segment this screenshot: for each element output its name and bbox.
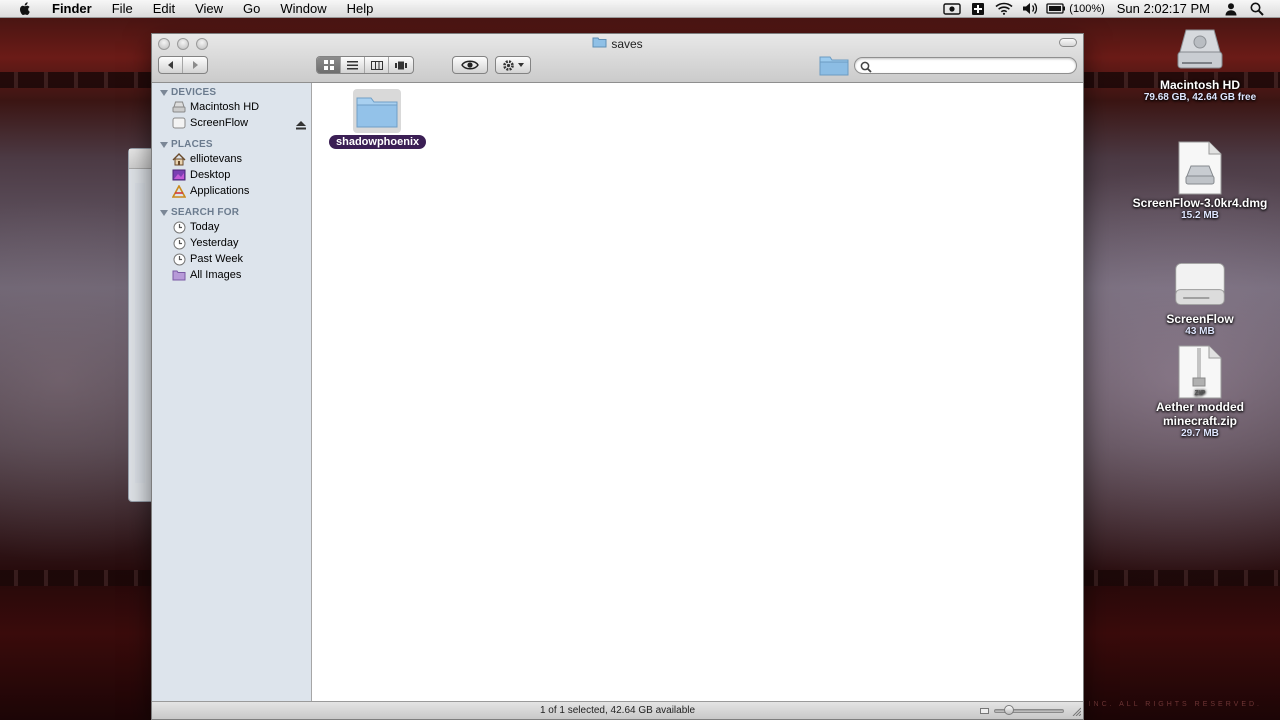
menu-bar: Finder File Edit View Go Window Help (10… xyxy=(0,0,1280,18)
wallpaper-copyright: INC. ALL RIGHTS RESERVED. xyxy=(1088,701,1262,708)
folder-item-label: shadowphoenix xyxy=(329,135,427,149)
clock-icon xyxy=(172,220,186,234)
menu-go[interactable]: Go xyxy=(233,0,270,18)
volume-disk-icon xyxy=(172,116,186,130)
menu-extras: (100%) Sun 2:02:17 PM xyxy=(939,0,1280,18)
menu-clock[interactable]: Sun 2:02:17 PM xyxy=(1117,1,1210,16)
spaces-icon[interactable] xyxy=(967,1,989,17)
smart-folder-icon xyxy=(172,268,186,282)
chevron-down-icon xyxy=(518,63,524,67)
eye-icon xyxy=(461,60,479,70)
desktop-icon-info: 29.7 MB xyxy=(1181,428,1219,439)
sidebar-item-macintosh-hd[interactable]: Macintosh HD xyxy=(172,99,307,115)
clock-icon xyxy=(172,252,186,266)
icon-size-slider-knob[interactable] xyxy=(1004,705,1014,715)
sidebar-item-yesterday[interactable]: Yesterday xyxy=(172,235,307,251)
folder-item[interactable]: shadowphoenix xyxy=(329,87,427,149)
action-menu-button[interactable] xyxy=(495,56,531,74)
small-icon-size-icon xyxy=(980,708,989,714)
disclosure-triangle-icon xyxy=(160,209,168,216)
window-title: saves xyxy=(152,36,1083,51)
hard-drive-icon xyxy=(172,100,186,114)
resize-grip-icon[interactable] xyxy=(1071,706,1082,717)
screen-recorder-icon[interactable] xyxy=(941,1,963,17)
sidebar-item-applications[interactable]: Applications xyxy=(172,183,307,199)
spotlight-icon[interactable] xyxy=(1246,1,1268,17)
sidebar-item-screenflow[interactable]: ScreenFlow xyxy=(172,115,307,131)
desktop-icon-info: 79.68 GB, 42.64 GB free xyxy=(1143,92,1257,103)
toolbar-toggle-button[interactable] xyxy=(1059,38,1077,47)
hard-drive-icon xyxy=(1172,22,1228,78)
menu-file[interactable]: File xyxy=(102,0,143,18)
back-forward-control xyxy=(158,56,208,74)
volume-icon[interactable] xyxy=(1019,1,1041,17)
view-mode-control xyxy=(316,56,414,74)
finder-toolbar: saves xyxy=(152,34,1083,83)
disclosure-triangle-icon xyxy=(160,89,168,96)
sidebar-item-desktop[interactable]: Desktop xyxy=(172,167,307,183)
finder-sidebar: DEVICES Macintosh HD ScreenFlow PLACES e… xyxy=(152,83,312,701)
battery-icon[interactable] xyxy=(1045,1,1067,17)
quick-look-button[interactable] xyxy=(452,56,488,74)
folder-icon xyxy=(353,89,401,133)
sidebar-item-home[interactable]: elliotevans xyxy=(172,151,307,167)
applications-icon xyxy=(172,184,186,198)
desktop-icon-screenflow-dmg[interactable]: ScreenFlow-3.0kr4.dmg 15.2 MB xyxy=(1130,140,1270,222)
finder-content-area[interactable]: shadowphoenix xyxy=(313,83,1083,701)
desktop-icon-screenflow-volume[interactable]: ScreenFlow 43 MB xyxy=(1130,256,1270,338)
menu-app-finder[interactable]: Finder xyxy=(42,0,102,18)
desktop-icon-macintosh-hd[interactable]: Macintosh HD 79.68 GB, 42.64 GB free xyxy=(1130,22,1270,104)
desktop-icon-label: Aether modded minecraft.zip xyxy=(1155,400,1244,428)
forward-button[interactable] xyxy=(183,57,207,73)
finder-status-bar: 1 of 1 selected, 42.64 GB available xyxy=(152,701,1083,719)
background-window-sidebar xyxy=(135,183,145,483)
menu-help[interactable]: Help xyxy=(337,0,384,18)
zip-file-icon: ZIP xyxy=(1172,344,1228,400)
menu-view[interactable]: View xyxy=(185,0,233,18)
search-icon xyxy=(860,60,872,73)
desktop-icon-label: Macintosh HD xyxy=(1159,78,1240,92)
back-button[interactable] xyxy=(159,57,183,73)
wifi-icon[interactable] xyxy=(993,1,1015,17)
eject-icon[interactable] xyxy=(296,117,306,130)
sidebar-header-places[interactable]: PLACES xyxy=(160,139,213,150)
desktop-icon-info: 15.2 MB xyxy=(1181,210,1219,221)
desktop-folder-icon xyxy=(172,168,186,182)
menu-edit[interactable]: Edit xyxy=(143,0,185,18)
folder-icon xyxy=(592,36,607,51)
user-icon[interactable] xyxy=(1220,1,1242,17)
desktop-icon-info: 43 MB xyxy=(1185,326,1215,337)
window-title-text: saves xyxy=(611,36,643,51)
desktop-icon-label: ScreenFlow-3.0kr4.dmg xyxy=(1132,196,1268,210)
menu-window[interactable]: Window xyxy=(270,0,336,18)
desktop-icon-aether-zip[interactable]: ZIP Aether modded minecraft.zip 29.7 MB xyxy=(1130,344,1270,440)
desktop-icon-label: ScreenFlow xyxy=(1166,312,1234,326)
mounted-volume-icon xyxy=(1172,256,1228,312)
disclosure-triangle-icon xyxy=(160,141,168,148)
search-input[interactable] xyxy=(854,57,1077,74)
home-icon xyxy=(172,152,186,166)
sidebar-item-today[interactable]: Today xyxy=(172,219,307,235)
clock-icon xyxy=(172,236,186,250)
apple-icon[interactable] xyxy=(18,1,32,16)
sidebar-item-past-week[interactable]: Past Week xyxy=(172,251,307,267)
svg-text:ZIP: ZIP xyxy=(1195,390,1206,397)
finder-window: saves DEVICES Macintosh HD ScreenFlow PL… xyxy=(151,33,1084,720)
gear-icon xyxy=(503,59,514,71)
sidebar-header-devices[interactable]: DEVICES xyxy=(160,87,216,98)
column-view-button[interactable] xyxy=(365,57,389,73)
icon-view-button[interactable] xyxy=(317,57,341,73)
sidebar-item-all-images[interactable]: All Images xyxy=(172,267,307,283)
battery-percentage: (100%) xyxy=(1069,2,1105,15)
status-text: 1 of 1 selected, 42.64 GB available xyxy=(539,705,696,716)
dmg-file-icon xyxy=(1172,140,1228,196)
path-folder-icon[interactable] xyxy=(819,54,849,76)
coverflow-view-button[interactable] xyxy=(389,57,413,73)
sidebar-header-search-for[interactable]: SEARCH FOR xyxy=(160,207,239,218)
list-view-button[interactable] xyxy=(341,57,365,73)
